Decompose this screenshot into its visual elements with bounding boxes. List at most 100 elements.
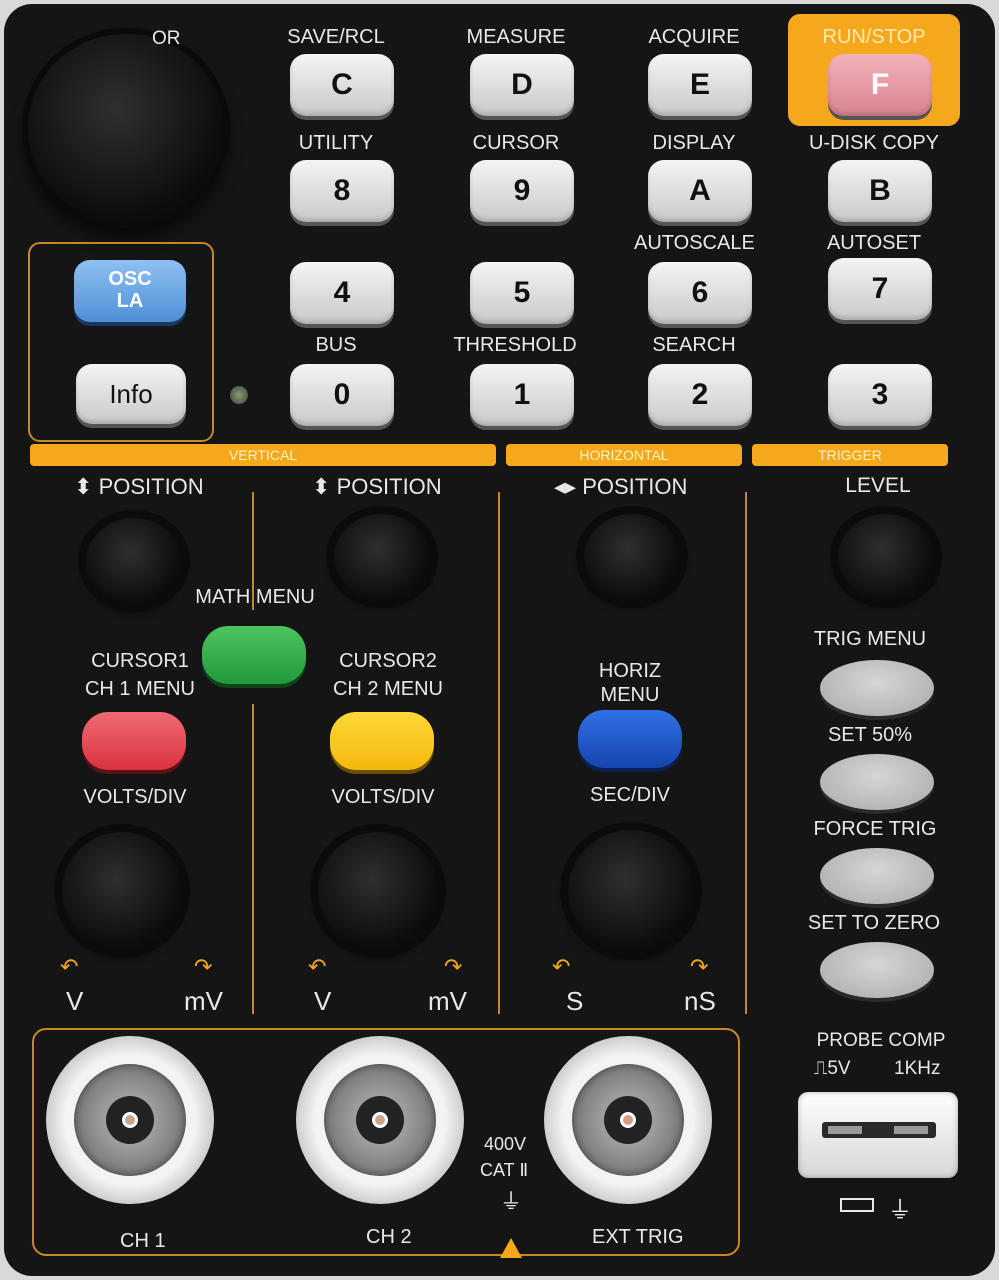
probe-comp-label: PROBE COMP [816, 1030, 946, 1051]
ch2-menu-button[interactable] [330, 712, 434, 770]
cw-arrow-icon: ↷ [444, 954, 463, 979]
osc-la-button[interactable]: OSC LA [74, 260, 186, 322]
rating-line-1: 400V [484, 1134, 527, 1154]
ch2-v-label: V [314, 986, 332, 1016]
ext-trig-bnc-connector[interactable] [544, 1036, 712, 1204]
bus-label: BUS [315, 334, 357, 356]
horiz-menu-label-2: MENU [600, 684, 660, 706]
ccw-arrow-icon: ↶ [308, 954, 327, 979]
utility-label: UTILITY [298, 132, 374, 154]
sec-div-label: SEC/DIV [589, 784, 671, 806]
osc-la-line2: LA [116, 290, 144, 312]
measure-label: MEASURE [466, 26, 566, 48]
ccw-arrow-icon: ↶ [552, 954, 571, 979]
key-d[interactable]: D [470, 54, 574, 116]
key-0[interactable]: 0 [290, 364, 394, 426]
u-disk-copy-label: U-DISK COPY [808, 132, 940, 154]
key-4[interactable]: 4 [290, 262, 394, 324]
probe-contact-right [894, 1126, 928, 1134]
key-6[interactable]: 6 [648, 262, 752, 324]
ch1-v-label: V [66, 986, 84, 1016]
s-label: S [566, 986, 584, 1016]
ch1-volts-div-knob[interactable] [62, 832, 182, 950]
sec-div-knob[interactable] [568, 830, 694, 952]
ch1-input-label: CH 1 [120, 1230, 166, 1252]
key-7[interactable]: 7 [828, 258, 932, 320]
ground-terminal-icon: ⏚ [888, 1197, 912, 1224]
ch2-mv-label: mV [428, 986, 467, 1016]
rating-line-2: CAT Ⅱ [480, 1160, 529, 1180]
probe-comp-terminal[interactable] [798, 1092, 958, 1178]
info-button[interactable]: Info [76, 364, 186, 424]
ch1-position-knob[interactable] [86, 518, 182, 604]
trig-menu-button[interactable] [820, 660, 934, 716]
ch1-mv-label: mV [184, 986, 223, 1016]
run-stop-label: RUN/STOP [822, 26, 926, 48]
ch2-volts-div-knob[interactable] [318, 832, 438, 950]
search-label: SEARCH [652, 334, 736, 356]
horizontal-band: HORIZONTAL [506, 444, 742, 466]
leftright-arrow-icon: ◂▸ [554, 474, 577, 499]
key-8[interactable]: 8 [290, 160, 394, 222]
horiz-position-label: ◂▸ POSITION [554, 474, 687, 500]
ch1-position-text: POSITION [98, 474, 204, 499]
set-50-label: SET 50% [827, 724, 913, 746]
multipurpose-knob[interactable] [28, 34, 224, 222]
cursor2-label: CURSOR2 [339, 650, 437, 672]
cursor-label: CURSOR [472, 132, 560, 154]
set-50-button[interactable] [820, 754, 934, 810]
set-to-zero-label: SET TO ZERO [807, 912, 941, 934]
ch2-bnc-connector[interactable] [296, 1036, 464, 1204]
math-menu-button[interactable] [202, 626, 306, 684]
cw-arrow-icon: ↷ [690, 954, 709, 979]
warning-icon [500, 1238, 522, 1258]
ccw-arrow-icon: ↶ [60, 954, 79, 979]
key-9[interactable]: 9 [470, 160, 574, 222]
force-trig-label: FORCE TRIG [813, 818, 937, 840]
oscilloscope-front-panel: OR SAVE/RCL MEASURE ACQUIRE RUN/STOP C D… [4, 4, 995, 1276]
key-e[interactable]: E [648, 54, 752, 116]
trigger-level-knob[interactable] [838, 514, 934, 600]
horiz-position-knob[interactable] [584, 514, 680, 600]
key-f-run-stop[interactable]: F [828, 54, 932, 116]
key-c[interactable]: C [290, 54, 394, 116]
trigger-band: TRIGGER [752, 444, 948, 466]
ch2-menu-label: CH 2 MENU [332, 678, 443, 700]
horiz-menu-button[interactable] [578, 710, 682, 768]
signal-terminal-icon [840, 1198, 874, 1212]
status-led [230, 386, 248, 404]
key-1[interactable]: 1 [470, 364, 574, 426]
key-a[interactable]: A [648, 160, 752, 222]
horiz-menu-label-1: HORIZ [598, 660, 662, 682]
probe-signal-label: ⎍5V [814, 1058, 851, 1080]
square-wave-icon: ⎍ [814, 1058, 828, 1079]
trig-menu-label: TRIG MENU [813, 628, 927, 650]
probe-5v: 5V [827, 1058, 851, 1079]
ch1-volts-div-label: VOLTS/DIV [83, 786, 187, 808]
probe-contact-left [828, 1126, 862, 1134]
key-b[interactable]: B [828, 160, 932, 222]
force-trig-button[interactable] [820, 848, 934, 904]
key-2[interactable]: 2 [648, 364, 752, 426]
ch2-position-knob[interactable] [334, 514, 430, 600]
save-rcl-label: SAVE/RCL [287, 26, 385, 48]
trigger-level-label: LEVEL [845, 474, 911, 497]
set-to-zero-button[interactable] [820, 942, 934, 998]
key-3[interactable]: 3 [828, 364, 932, 426]
ch1-bnc-connector[interactable] [46, 1036, 214, 1204]
ch1-position-label: ⬍ POSITION [74, 474, 204, 500]
cw-arrow-icon: ↷ [194, 954, 213, 979]
divider-ch1-ch2-lower [252, 704, 254, 1014]
divider-vert-horiz [498, 492, 500, 1014]
ch2-position-label: ⬍ POSITION [312, 474, 442, 500]
ch1-menu-button[interactable] [82, 712, 186, 770]
key-5[interactable]: 5 [470, 262, 574, 324]
ns-label: nS [684, 986, 716, 1016]
autoscale-label: AUTOSCALE [634, 232, 755, 254]
ch2-input-label: CH 2 [366, 1226, 412, 1248]
math-menu-label: MATH MENU [195, 586, 315, 608]
display-label: DISPLAY [652, 132, 736, 154]
autoset-label: AUTOSET [826, 232, 922, 254]
probe-1khz: 1KHz [894, 1058, 941, 1079]
ext-trig-input-label: EXT TRIG [592, 1226, 684, 1248]
